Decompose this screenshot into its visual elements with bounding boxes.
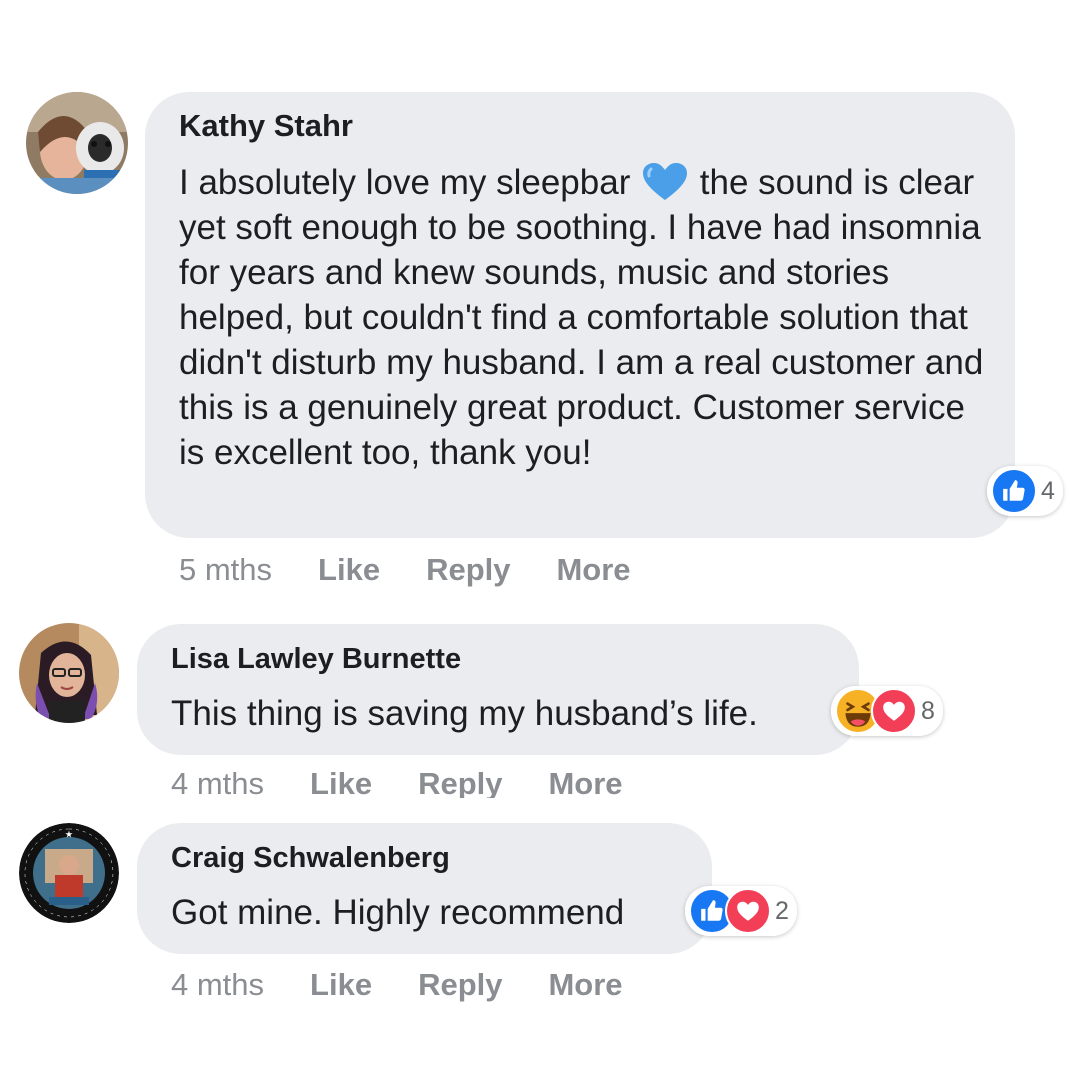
comment-text: This thing is saving my husband’s life. [171,694,758,733]
timestamp[interactable]: 5 mths [179,552,272,588]
comment-text: I absolutely love my sleepbar the sound … [179,160,989,475]
comment-author[interactable]: Craig Schwalenberg [171,842,450,875]
avatar[interactable]: ★ [19,823,119,923]
avatar-photo [19,623,119,723]
avatar[interactable] [19,623,119,723]
avatar-photo: ★ [19,823,119,923]
comment-text-part: I absolutely love my sleepbar [179,163,641,202]
comment-author[interactable]: Lisa Lawley Burnette [171,643,461,676]
timestamp[interactable]: 4 mths [171,766,264,798]
reaction-count: 4 [1041,476,1055,505]
avatar[interactable] [26,92,128,194]
comment-actions: 4 mths Like Reply More [171,764,623,798]
reaction-count: 8 [921,696,935,725]
reply-button[interactable]: Reply [426,552,510,588]
more-button[interactable]: More [556,552,630,588]
comment-actions: 5 mths Like Reply More [179,550,631,590]
reply-button[interactable]: Reply [418,766,502,798]
like-button[interactable]: Like [318,552,380,588]
love-icon [725,888,771,934]
comment-actions: 4 mths Like Reply More [171,965,623,1005]
timestamp[interactable]: 4 mths [171,967,264,1003]
like-button[interactable]: Like [310,766,372,798]
comment-text: Got mine. Highly recommend [171,893,625,932]
more-button[interactable]: More [548,766,622,798]
reaction-count: 2 [775,896,789,925]
reactions-summary[interactable]: 8 [831,686,943,736]
comment-author[interactable]: Kathy Stahr [179,108,353,144]
like-button[interactable]: Like [310,967,372,1003]
comment-actions-clip: 4 mths Like Reply More [171,762,771,798]
comment-text-part: the sound is clear yet soft enough to be… [179,163,984,472]
blue-heart-icon [643,163,688,200]
reactions-summary[interactable]: 4 [987,466,1063,516]
avatar-photo [26,92,128,194]
reactions-summary[interactable]: 2 [685,886,797,936]
more-button[interactable]: More [548,967,622,1003]
reply-button[interactable]: Reply [418,967,502,1003]
like-icon [991,468,1037,514]
love-icon [871,688,917,734]
svg-text:★: ★ [65,830,73,839]
